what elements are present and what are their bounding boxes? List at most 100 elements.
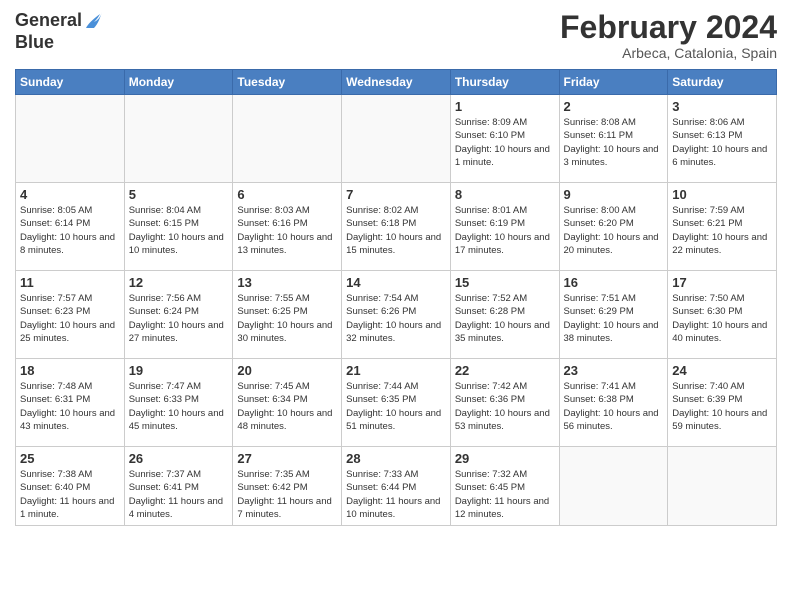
table-row: 26Sunrise: 7:37 AM Sunset: 6:41 PM Dayli… — [124, 447, 233, 526]
day-info: Sunrise: 7:41 AM Sunset: 6:38 PM Dayligh… — [564, 380, 664, 433]
page-container: General Blue February 2024 Arbeca, Catal… — [0, 0, 792, 536]
day-number: 27 — [237, 451, 337, 466]
day-info: Sunrise: 8:08 AM Sunset: 6:11 PM Dayligh… — [564, 116, 664, 169]
day-info: Sunrise: 8:04 AM Sunset: 6:15 PM Dayligh… — [129, 204, 229, 257]
day-number: 21 — [346, 363, 446, 378]
day-info: Sunrise: 7:42 AM Sunset: 6:36 PM Dayligh… — [455, 380, 555, 433]
day-number: 29 — [455, 451, 555, 466]
day-info: Sunrise: 7:38 AM Sunset: 6:40 PM Dayligh… — [20, 468, 120, 521]
day-info: Sunrise: 7:55 AM Sunset: 6:25 PM Dayligh… — [237, 292, 337, 345]
table-row: 27 Sunrise: 7:35 AM Sunset: 6:42 PM Dayli… — [233, 447, 342, 526]
table-row: 20 Sunrise: 7:45 AM Sunset: 6:34 PM Dayli… — [233, 359, 342, 447]
day-number: 13 — [237, 275, 337, 290]
table-row — [559, 447, 668, 526]
table-row: 12 Sunrise: 7:56 AM Sunset: 6:24 PM Dayli… — [124, 271, 233, 359]
day-info: Sunrise: 7:59 AM Sunset: 6:21 PM Dayligh… — [672, 204, 772, 257]
day-info: Sunrise: 7:52 AM Sunset: 6:28 PM Dayligh… — [455, 292, 555, 345]
main-title: February 2024 — [560, 10, 777, 45]
logo-text-line1: General — [15, 10, 82, 32]
col-saturday: Saturday — [668, 70, 777, 95]
day-number: 7 — [346, 187, 446, 202]
day-number: 12 — [129, 275, 229, 290]
table-row — [668, 447, 777, 526]
day-number: 4 — [20, 187, 120, 202]
table-row — [16, 95, 125, 183]
day-number: 5 — [129, 187, 229, 202]
day-info: Sunrise: 7:54 AM Sunset: 6:26 PM Dayligh… — [346, 292, 446, 345]
table-row: 8Sunrise: 8:01 AM Sunset: 6:19 PM Daylig… — [450, 183, 559, 271]
day-number: 11 — [20, 275, 120, 290]
logo-bird-icon — [84, 10, 102, 32]
day-number: 23 — [564, 363, 664, 378]
col-monday: Monday — [124, 70, 233, 95]
col-friday: Friday — [559, 70, 668, 95]
table-row: 28Sunrise: 7:33 AM Sunset: 6:44 PM Dayli… — [342, 447, 451, 526]
table-row: 2 Sunrise: 8:08 AM Sunset: 6:11 PM Daylig… — [559, 95, 668, 183]
table-row: 14 Sunrise: 7:54 AM Sunset: 6:26 PM Dayli… — [342, 271, 451, 359]
table-row: 16Sunrise: 7:51 AM Sunset: 6:29 PM Dayli… — [559, 271, 668, 359]
day-number: 20 — [237, 363, 337, 378]
table-row: 6 Sunrise: 8:03 AM Sunset: 6:16 PM Daylig… — [233, 183, 342, 271]
table-row: 5 Sunrise: 8:04 AM Sunset: 6:15 PM Daylig… — [124, 183, 233, 271]
day-number: 9 — [564, 187, 664, 202]
day-info: Sunrise: 7:57 AM Sunset: 6:23 PM Dayligh… — [20, 292, 120, 345]
table-row: 1 Sunrise: 8:09 AM Sunset: 6:10 PM Daylig… — [450, 95, 559, 183]
table-row — [233, 95, 342, 183]
calendar-header-row: Sunday Monday Tuesday Wednesday Thursday… — [16, 70, 777, 95]
day-number: 25 — [20, 451, 120, 466]
day-number: 14 — [346, 275, 446, 290]
table-row: 18 Sunrise: 7:48 AM Sunset: 6:31 PM Dayli… — [16, 359, 125, 447]
day-number: 2 — [564, 99, 664, 114]
day-info: Sunrise: 8:00 AM Sunset: 6:20 PM Dayligh… — [564, 204, 664, 257]
col-tuesday: Tuesday — [233, 70, 342, 95]
day-info: Sunrise: 7:35 AM Sunset: 6:42 PM Dayligh… — [237, 468, 337, 521]
day-number: 17 — [672, 275, 772, 290]
day-number: 15 — [455, 275, 555, 290]
day-info: Sunrise: 7:32 AM Sunset: 6:45 PM Dayligh… — [455, 468, 555, 521]
day-info: Sunrise: 8:09 AM Sunset: 6:10 PM Dayligh… — [455, 116, 555, 169]
table-row: 22 Sunrise: 7:42 AM Sunset: 6:36 PM Dayli… — [450, 359, 559, 447]
table-row: 24 Sunrise: 7:40 AM Sunset: 6:39 PM Dayli… — [668, 359, 777, 447]
table-row: 9 Sunrise: 8:00 AM Sunset: 6:20 PM Daylig… — [559, 183, 668, 271]
day-info: Sunrise: 8:01 AM Sunset: 6:19 PM Dayligh… — [455, 204, 555, 257]
day-number: 3 — [672, 99, 772, 114]
logo: General Blue — [15, 10, 102, 54]
day-number: 6 — [237, 187, 337, 202]
day-info: Sunrise: 7:45 AM Sunset: 6:34 PM Dayligh… — [237, 380, 337, 433]
table-row: 3 Sunrise: 8:06 AM Sunset: 6:13 PM Daylig… — [668, 95, 777, 183]
day-info: Sunrise: 8:03 AM Sunset: 6:16 PM Dayligh… — [237, 204, 337, 257]
col-sunday: Sunday — [16, 70, 125, 95]
day-info: Sunrise: 7:37 AM Sunset: 6:41 PM Dayligh… — [129, 468, 229, 521]
day-info: Sunrise: 8:02 AM Sunset: 6:18 PM Dayligh… — [346, 204, 446, 257]
table-row: 25 Sunrise: 7:38 AM Sunset: 6:40 PM Dayli… — [16, 447, 125, 526]
col-wednesday: Wednesday — [342, 70, 451, 95]
day-number: 28 — [346, 451, 446, 466]
day-number: 18 — [20, 363, 120, 378]
day-info: Sunrise: 8:06 AM Sunset: 6:13 PM Dayligh… — [672, 116, 772, 169]
table-row: 23 Sunrise: 7:41 AM Sunset: 6:38 PM Dayli… — [559, 359, 668, 447]
table-row: 7 Sunrise: 8:02 AM Sunset: 6:18 PM Daylig… — [342, 183, 451, 271]
day-number: 24 — [672, 363, 772, 378]
table-row: 29 Sunrise: 7:32 AM Sunset: 6:45 PM Dayli… — [450, 447, 559, 526]
logo-text-line2: Blue — [15, 32, 54, 54]
day-info: Sunrise: 7:47 AM Sunset: 6:33 PM Dayligh… — [129, 380, 229, 433]
day-info: Sunrise: 7:44 AM Sunset: 6:35 PM Dayligh… — [346, 380, 446, 433]
table-row — [124, 95, 233, 183]
day-info: Sunrise: 7:50 AM Sunset: 6:30 PM Dayligh… — [672, 292, 772, 345]
day-info: Sunrise: 7:51 AM Sunset: 6:29 PM Dayligh… — [564, 292, 664, 345]
table-row — [342, 95, 451, 183]
day-number: 22 — [455, 363, 555, 378]
day-info: Sunrise: 8:05 AM Sunset: 6:14 PM Dayligh… — [20, 204, 120, 257]
day-number: 1 — [455, 99, 555, 114]
table-row: 21 Sunrise: 7:44 AM Sunset: 6:35 PM Dayli… — [342, 359, 451, 447]
subtitle: Arbeca, Catalonia, Spain — [560, 45, 777, 61]
header: General Blue February 2024 Arbeca, Catal… — [15, 10, 777, 61]
day-info: Sunrise: 7:48 AM Sunset: 6:31 PM Dayligh… — [20, 380, 120, 433]
calendar-table: Sunday Monday Tuesday Wednesday Thursday… — [15, 69, 777, 526]
title-block: February 2024 Arbeca, Catalonia, Spain — [560, 10, 777, 61]
table-row: 17 Sunrise: 7:50 AM Sunset: 6:30 PM Dayli… — [668, 271, 777, 359]
table-row: 15 Sunrise: 7:52 AM Sunset: 6:28 PM Dayli… — [450, 271, 559, 359]
day-info: Sunrise: 7:56 AM Sunset: 6:24 PM Dayligh… — [129, 292, 229, 345]
table-row: 4 Sunrise: 8:05 AM Sunset: 6:14 PM Daylig… — [16, 183, 125, 271]
day-info: Sunrise: 7:40 AM Sunset: 6:39 PM Dayligh… — [672, 380, 772, 433]
